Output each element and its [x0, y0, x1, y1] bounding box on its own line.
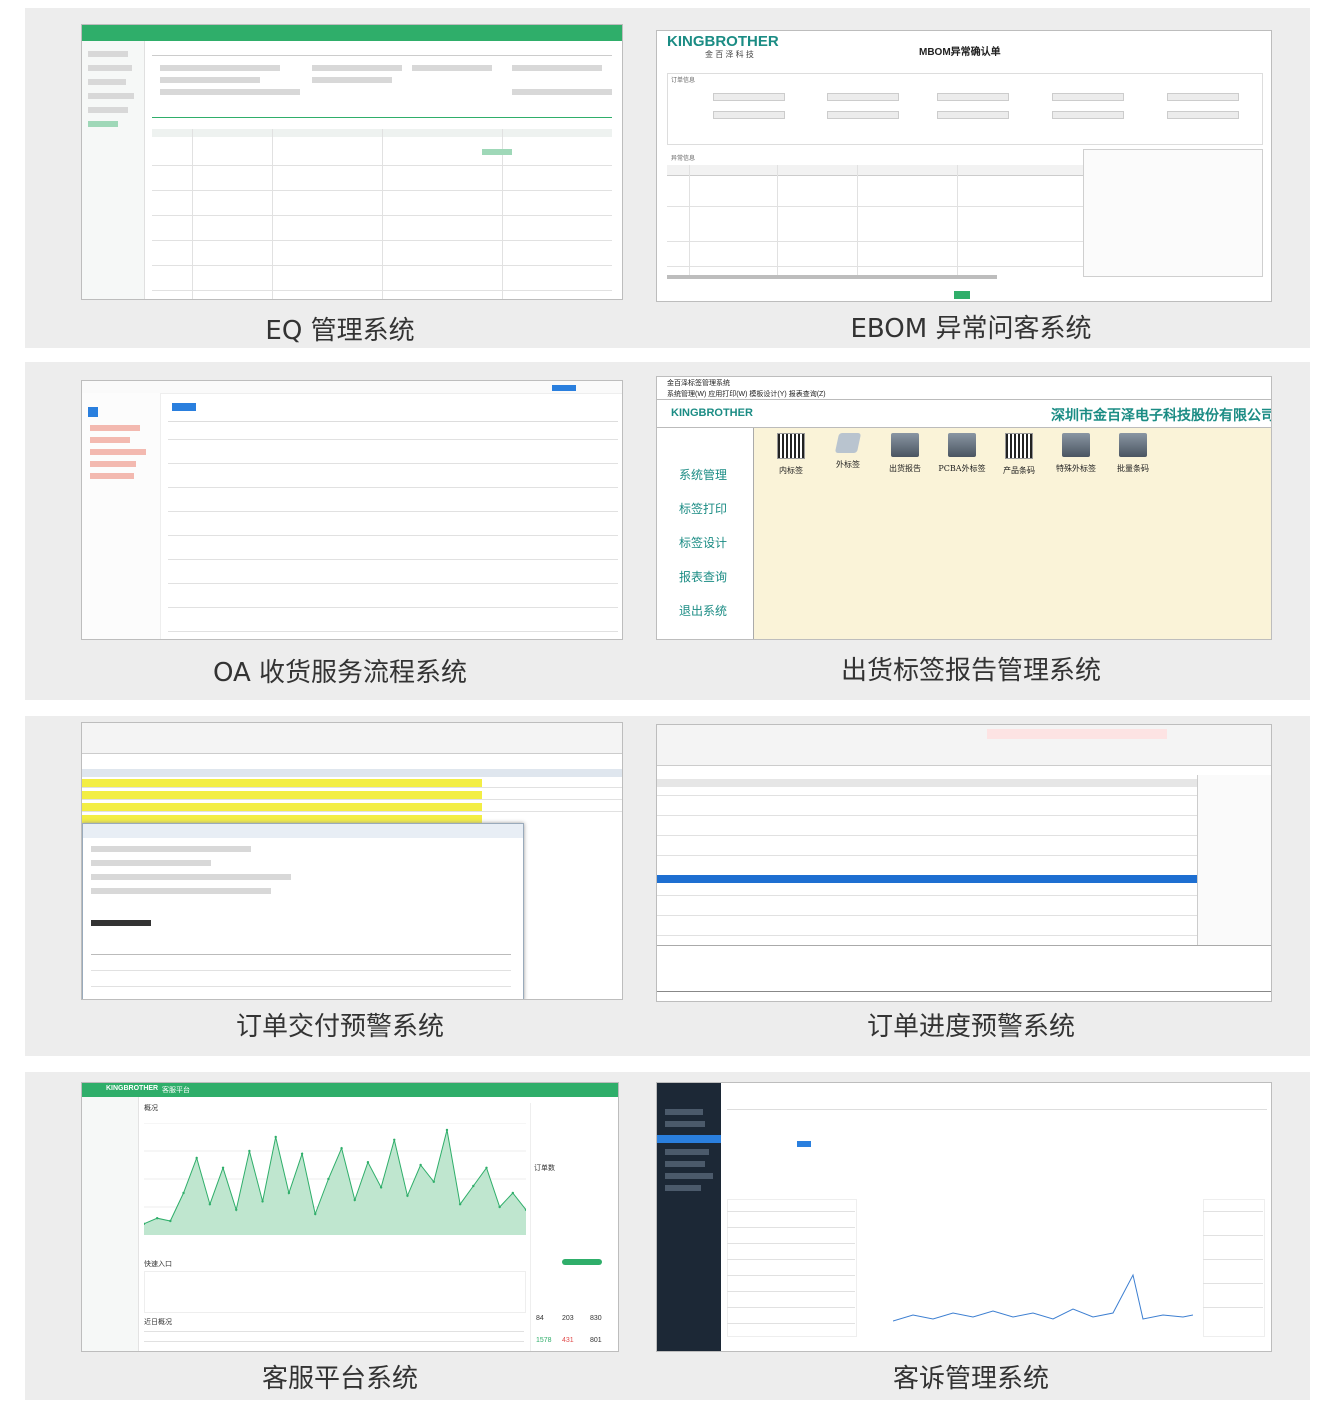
- data-point: [169, 1219, 172, 1223]
- data-point: [498, 1205, 501, 1209]
- data-point: [300, 1152, 304, 1155]
- data-point: [458, 1203, 462, 1206]
- data-point: [406, 1194, 409, 1197]
- barcode-icon: [777, 433, 805, 459]
- label-tool-label: 内标签: [779, 466, 803, 475]
- ebom-logo-sub: 金 百 泽 科 技: [705, 50, 754, 59]
- side-menu-item[interactable]: 报表查询: [679, 568, 727, 585]
- ebom-order-box: [667, 73, 1263, 145]
- printer-icon: [891, 433, 919, 457]
- card-complaint: 客诉管理系统: [632, 1072, 1310, 1400]
- label-tool-label: 外标签: [836, 460, 860, 469]
- data-point: [208, 1203, 212, 1206]
- progress-screenshot[interactable]: [656, 724, 1272, 1002]
- label-logo: KINGBROTHER: [671, 407, 753, 419]
- card-ebom: KINGBROTHER 金 百 泽 科 技 MBOM异常确认单 订单信息 异常信…: [632, 8, 1310, 348]
- data-point: [366, 1161, 370, 1164]
- caption-label: 出货标签报告管理系统: [840, 656, 1101, 686]
- caption-delivery: 订单交付预警系统: [235, 1012, 444, 1042]
- email-popup[interactable]: [82, 823, 524, 999]
- label-tool-button[interactable]: 内标签: [765, 433, 817, 479]
- ebom-title: MBOM异常确认单: [919, 47, 1001, 58]
- service-area-chart: [144, 1123, 526, 1235]
- label-tool-label: 产品条码: [1003, 466, 1035, 475]
- data-point: [182, 1191, 185, 1195]
- complaint-trend-chart: [893, 1273, 1193, 1322]
- side-menu-item[interactable]: 标签设计: [679, 534, 727, 551]
- side-menu-item[interactable]: 退出系统: [679, 602, 727, 619]
- printer-icon: [1062, 433, 1090, 457]
- oa-screenshot[interactable]: [81, 380, 623, 640]
- data-point: [340, 1147, 343, 1150]
- caption-eq: EQ 管理系统: [265, 316, 415, 346]
- area-fill: [144, 1130, 526, 1235]
- label-company: 深圳市金百泽电子科技股份有限公司: [1051, 408, 1272, 424]
- ebom-logo: KINGBROTHER: [667, 33, 779, 50]
- card-eq: EQ 管理系统: [25, 8, 655, 348]
- eq-header: [82, 25, 622, 41]
- card-label: 金百泽标签管理系统 系统管理(W) 应用打印(W) 模板设计(Y) 报表查询(Z…: [632, 362, 1310, 700]
- label-window-title: 金百泽标签管理系统: [667, 380, 730, 387]
- label-tool-button[interactable]: PCBA外标签: [936, 433, 988, 479]
- service-logo: KINGBROTHER: [106, 1085, 159, 1092]
- caption-complaint: 客诉管理系统: [892, 1364, 1049, 1394]
- data-point: [195, 1156, 198, 1160]
- data-point: [511, 1191, 515, 1195]
- data-point: [379, 1186, 383, 1189]
- label-menubar[interactable]: 系统管理(W) 应用打印(W) 模板设计(Y) 报表查询(Z): [667, 389, 826, 399]
- label-tool-label: 批量条码: [1117, 464, 1149, 473]
- label-side-menu: 系统管理 标签打印 标签设计 报表查询 退出系统: [657, 428, 754, 639]
- data-point: [235, 1208, 238, 1211]
- label-tool-button[interactable]: 外标签: [822, 433, 874, 479]
- card-oa: OA 收货服务流程系统: [25, 362, 655, 700]
- label-printer-icon: [834, 433, 862, 453]
- selected-row[interactable]: [657, 875, 1197, 883]
- data-point: [287, 1191, 291, 1195]
- card-progress: 订单进度预警系统: [632, 716, 1310, 1056]
- card-service: KINGBROTHER 客服平台 概况 快速入口 近日概况 订单数 84 203…: [25, 1072, 655, 1400]
- delivery-screenshot[interactable]: [81, 722, 623, 1000]
- eq-screenshot[interactable]: [81, 24, 623, 300]
- data-point: [155, 1217, 159, 1220]
- printer-icon: [948, 433, 976, 457]
- data-point: [419, 1163, 422, 1167]
- label-tool-label: PCBA外标签: [938, 464, 986, 473]
- data-point: [432, 1180, 435, 1183]
- label-tool-button[interactable]: 特殊外标签: [1050, 433, 1102, 479]
- label-tool-label: 出货报告: [889, 464, 921, 473]
- data-point: [485, 1166, 488, 1169]
- complaint-screenshot[interactable]: [656, 1082, 1272, 1352]
- label-app-screenshot[interactable]: 金百泽标签管理系统 系统管理(W) 应用打印(W) 模板设计(Y) 报表查询(Z…: [656, 376, 1272, 640]
- data-point: [261, 1200, 264, 1203]
- label-tool-button[interactable]: 批量条码: [1107, 433, 1159, 479]
- data-point: [221, 1166, 225, 1169]
- barcode-icon: [1005, 433, 1033, 459]
- ebom-confirm-button[interactable]: [954, 291, 970, 299]
- caption-service: 客服平台系统: [261, 1364, 418, 1394]
- data-point: [472, 1184, 475, 1188]
- label-tool-button[interactable]: 出货报告: [879, 433, 931, 479]
- service-screenshot[interactable]: KINGBROTHER 客服平台 概况 快速入口 近日概况 订单数 84 203…: [81, 1082, 619, 1352]
- data-point: [248, 1149, 251, 1153]
- card-delivery: 订单交付预警系统: [25, 716, 655, 1056]
- caption-progress: 订单进度预警系统: [866, 1012, 1075, 1042]
- data-point: [445, 1128, 449, 1132]
- caption-oa: OA 收货服务流程系统: [212, 658, 468, 688]
- data-point: [327, 1177, 330, 1181]
- side-menu-item[interactable]: 系统管理: [679, 466, 727, 483]
- label-tool-label: 特殊外标签: [1056, 464, 1096, 473]
- data-point: [274, 1135, 277, 1139]
- ebom-screenshot[interactable]: KINGBROTHER 金 百 泽 科 技 MBOM异常确认单 订单信息 异常信…: [656, 30, 1272, 302]
- label-tool-button[interactable]: 产品条码: [993, 433, 1045, 479]
- data-point: [314, 1212, 317, 1216]
- printer-icon: [1119, 433, 1147, 457]
- data-point: [353, 1198, 356, 1202]
- data-point: [393, 1138, 396, 1141]
- side-menu-item[interactable]: 标签打印: [679, 500, 727, 517]
- caption-ebom: EBOM 异常问客系统: [850, 314, 1092, 344]
